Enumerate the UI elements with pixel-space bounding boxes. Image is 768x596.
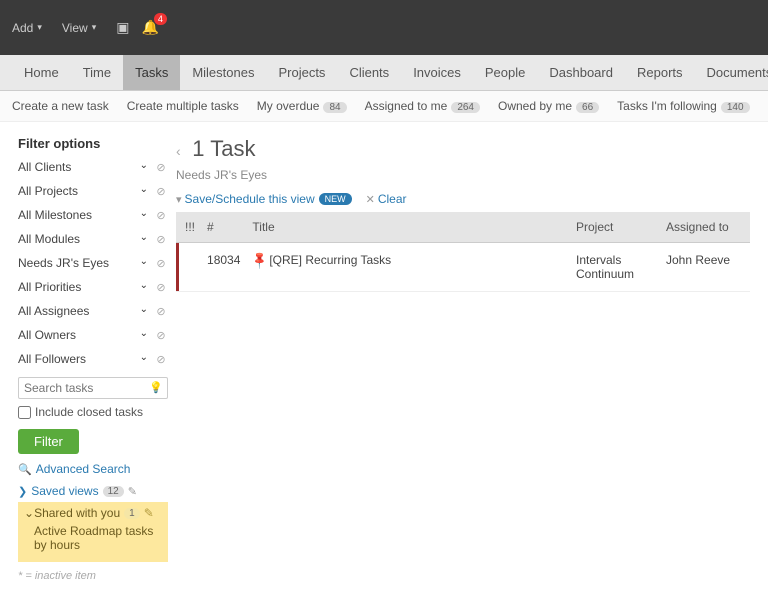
tab-invoices[interactable]: Invoices [401,55,473,90]
caret-down-icon: ▾ [92,22,97,33]
chevron-down-icon: ⌄ [140,256,148,267]
chevron-down-icon: ⌄ [140,184,148,195]
new-badge: NEW [319,193,352,205]
filter-button[interactable]: Filter [18,429,79,454]
view-menu[interactable]: View▾ [62,21,96,35]
filter-out-icon[interactable]: ⊘ [154,232,168,246]
tab-tasks[interactable]: Tasks [123,55,180,90]
cell-number: 18034 [201,243,246,292]
search-icon: 🔍 [18,463,32,476]
table-row[interactable]: 18034📌[QRE] Recurring TasksIntervals Con… [176,243,750,292]
tab-clients[interactable]: Clients [337,55,401,90]
filter-out-icon[interactable]: ⊘ [154,304,168,318]
tab-milestones[interactable]: Milestones [180,55,266,90]
chevron-down-icon: ⌄ [140,328,148,339]
advanced-search-link[interactable]: 🔍Advanced Search [18,462,168,476]
filter-select[interactable]: All Assignees⌄ [18,301,150,321]
funnel-icon: ▾ [176,193,182,206]
clear-link[interactable]: ✕Clear [366,192,407,206]
subnav-item[interactable]: Owned by me66 [498,99,599,113]
subnav-item[interactable]: Create multiple tasks [127,99,239,113]
tab-projects[interactable]: Projects [266,55,337,90]
chevron-down-icon: ⌄ [140,280,148,291]
col-project[interactable]: Project [570,212,660,243]
chevron-down-icon: ⌄ [140,232,148,243]
filter-out-icon[interactable]: ⊘ [154,328,168,342]
tab-documents[interactable]: Documents [695,55,768,90]
saved-count: 12 [103,486,124,497]
topbar: Add▾ View▾ ▣ 🔔4 [0,0,768,55]
col-assigned[interactable]: Assigned to [660,212,750,243]
filter-out-icon[interactable]: ⊘ [154,280,168,294]
pencil-icon[interactable]: ✎ [128,485,137,498]
filter-select[interactable]: All Priorities⌄ [18,277,150,297]
bell-icon[interactable]: 🔔4 [141,19,158,36]
filter-out-icon[interactable]: ⊘ [154,208,168,222]
col-title[interactable]: Title [246,212,570,243]
messages-icon[interactable]: ▣ [116,19,129,36]
chevron-down-icon: ⌄ [24,506,34,520]
subnav-item[interactable]: Create a new task [12,99,109,113]
subnav-item[interactable]: Assigned to me264 [365,99,480,113]
saved-views-link[interactable]: ❯Saved views12 ✎ [18,484,168,498]
chevron-down-icon: ⌄ [140,352,148,363]
tab-dashboard[interactable]: Dashboard [537,55,625,90]
col-number[interactable]: # [201,212,246,243]
subnav-item[interactable]: My overdue84 [257,99,347,113]
sidebar: Filter options All Clients⌄ ⊘ All Projects… [18,136,168,582]
count-badge: 84 [323,102,346,113]
col-priority[interactable]: !!! [179,212,201,243]
search-input[interactable] [18,377,168,399]
filter-title: Filter options [18,136,168,151]
filter-out-icon[interactable]: ⊘ [154,256,168,270]
sub-nav: Create a new task Create multiple tasks My… [0,91,768,122]
add-menu[interactable]: Add▾ [12,21,42,35]
close-icon: ✕ [366,193,375,206]
notifications-badge: 4 [154,13,167,25]
pencil-icon[interactable]: ✎ [144,506,154,520]
filter-out-icon[interactable]: ⊘ [154,352,168,366]
cell-title[interactable]: 📌[QRE] Recurring Tasks [246,243,570,292]
filter-select[interactable]: Needs JR's Eyes⌄ [18,253,150,273]
main-tabs: HomeTimeTasksMilestonesProjectsClientsIn… [0,55,768,91]
filter-select[interactable]: All Clients⌄ [18,157,150,177]
page-title: 1 Task [192,136,255,162]
cell-project: Intervals Continuum [570,243,660,292]
tasks-table: !!! # Title Project Assigned to 18034📌[Q… [176,212,750,292]
chevron-down-icon: ⌄ [140,208,148,219]
chevron-down-icon: ⌄ [140,160,148,171]
include-closed-checkbox[interactable]: Include closed tasks [18,405,168,419]
filter-out-icon[interactable]: ⊘ [154,184,168,198]
caret-down-icon: ▾ [37,22,42,33]
filter-out-icon[interactable]: ⊘ [154,160,168,174]
filter-select[interactable]: All Modules⌄ [18,229,150,249]
shared-section: ⌄Shared with you1 ✎ Active Roadmap tasks… [18,502,168,562]
filter-select[interactable]: All Projects⌄ [18,181,150,201]
collapse-sidebar-icon[interactable]: ‹ [176,143,181,159]
tab-home[interactable]: Home [12,55,71,90]
footnote: * = inactive item [18,570,168,582]
subnav-item[interactable]: Tasks I'm following140 [617,99,749,113]
tab-reports[interactable]: Reports [625,55,695,90]
tab-time[interactable]: Time [71,55,123,90]
filter-select[interactable]: All Owners⌄ [18,325,150,345]
shared-header[interactable]: ⌄Shared with you1 ✎ [24,506,162,520]
count-badge: 66 [576,102,599,113]
chevron-right-icon: ❯ [18,485,27,498]
tab-people[interactable]: People [473,55,537,90]
filter-select[interactable]: All Followers⌄ [18,349,150,369]
bulb-icon: 💡 [149,381,163,394]
filter-select[interactable]: All Milestones⌄ [18,205,150,225]
shared-item[interactable]: Active Roadmap tasks by hours [24,520,162,558]
save-view-link[interactable]: ▾Save/Schedule this viewNEW [176,192,352,206]
count-badge: 140 [721,102,750,113]
content: ‹ 1 Task Needs JR's Eyes ▾Save/Schedule … [176,136,750,582]
pin-icon: 📌 [250,250,270,270]
cell-assigned: John Reeve [660,243,750,292]
chevron-down-icon: ⌄ [140,304,148,315]
page-subtitle: Needs JR's Eyes [176,168,750,182]
count-badge: 264 [451,102,480,113]
shared-count: 1 [124,508,140,519]
